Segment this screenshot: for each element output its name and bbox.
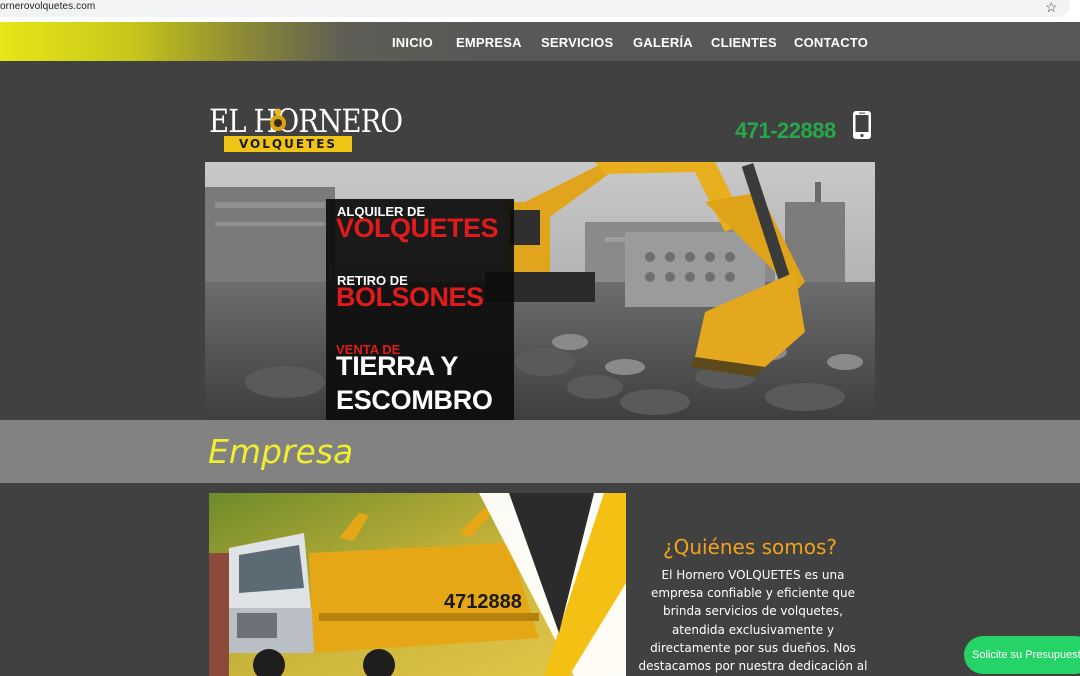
truck-photo: 4712888	[209, 493, 626, 676]
smartphone-icon	[853, 111, 871, 139]
nav-item-inicio[interactable]: INICIO	[392, 35, 433, 50]
url-text[interactable]: ornerovolquetes.com	[0, 1, 95, 12]
main-navigation: INICIO EMPRESA SERVICIOS GALERÍA CLIENTE…	[0, 22, 1080, 61]
promo-headline-escombro: ESCOMBRO	[336, 385, 493, 415]
site-logo[interactable]: EL HORNERO VOLQUETES	[209, 102, 403, 154]
excavator-photo	[205, 162, 875, 420]
nav-item-contacto[interactable]: CONTACTO	[794, 35, 868, 50]
browser-address-bar: ornerovolquetes.com ☆	[0, 0, 1080, 22]
omnibox[interactable]	[0, 0, 1070, 17]
phone-number[interactable]: 471-22888	[735, 118, 836, 144]
logo-badge: VOLQUETES	[224, 136, 352, 152]
promo-headline-tierra: TIERRA Y	[336, 351, 459, 381]
nav-item-empresa[interactable]: EMPRESA	[456, 35, 522, 50]
about-description: El Hornero VOLQUETES es una empresa conf…	[638, 568, 868, 674]
truck-illustration: 4712888	[209, 493, 626, 676]
star-icon[interactable]: ☆	[1045, 0, 1058, 16]
truck-phone-label: 4712888	[444, 591, 522, 613]
services-promo-box: ALQUILER DE VOLQUETES RETIRO DE BOLSONES…	[326, 199, 514, 420]
logo-worker-icon	[270, 108, 286, 131]
nav-item-galeria[interactable]: GALERÍA	[633, 35, 693, 50]
logo-wordmark: EL HORNERO	[209, 102, 403, 140]
nav-item-servicios[interactable]: SERVICIOS	[541, 35, 613, 50]
section-header-band: Empresa	[0, 420, 1080, 483]
about-title: ¿Quiénes somos?	[662, 535, 838, 559]
section-title: Empresa	[208, 432, 354, 471]
quote-request-button[interactable]: Solicite su Presupuesto	[964, 636, 1080, 674]
hero-banner: ALQUILER DE VOLQUETES RETIRO DE BOLSONES…	[205, 162, 875, 420]
promo-headline-volquetes: VOLQUETES	[336, 213, 499, 243]
nav-item-clientes[interactable]: CLIENTES	[711, 35, 777, 50]
promo-headline-bolsones: BOLSONES	[336, 282, 484, 312]
